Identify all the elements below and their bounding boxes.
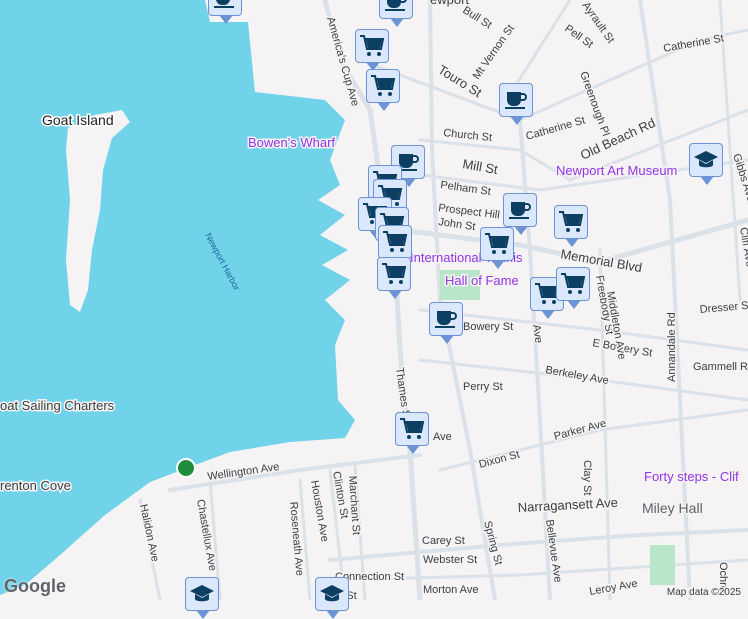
- cart-marker[interactable]: [556, 267, 590, 309]
- map-attribution[interactable]: Map data ©2025: [663, 587, 744, 598]
- place-label-miley-hall: Miley Hall: [642, 500, 703, 516]
- place-label-brenton-cove: renton Cove: [0, 478, 71, 493]
- google-logo[interactable]: Google: [4, 576, 66, 597]
- cart-marker[interactable]: [480, 227, 514, 269]
- graduation-cap-marker[interactable]: [689, 143, 723, 185]
- park-pin-icon[interactable]: [176, 458, 196, 478]
- coffee-icon: [434, 308, 458, 330]
- street-label-webster: Webster St: [423, 554, 477, 566]
- coffee-icon: [508, 199, 532, 221]
- graduation-cap-icon: [189, 583, 215, 605]
- place-label-art-museum[interactable]: Newport Art Museum: [555, 162, 679, 180]
- street-label-carey: Carey St: [422, 535, 465, 547]
- place-label-bowens-wharf[interactable]: Bowen's Wharf: [247, 134, 337, 152]
- street-label-clay: Clay St: [581, 460, 593, 495]
- cart-icon: [399, 417, 425, 441]
- coffee-marker[interactable]: [499, 83, 533, 125]
- street-label-morton: Morton Ave: [423, 584, 478, 596]
- cart-marker[interactable]: [366, 69, 400, 111]
- park: [650, 545, 675, 585]
- graduation-cap-icon: [319, 583, 345, 605]
- street-label-perry: Perry St: [463, 381, 503, 393]
- place-label-goat-island: Goat Island: [42, 112, 114, 128]
- cart-marker[interactable]: [395, 412, 429, 454]
- place-label-sailing: oat Sailing Charters: [0, 398, 115, 413]
- cart-icon: [560, 272, 586, 296]
- coffee-marker[interactable]: [208, 0, 242, 24]
- coffee-marker[interactable]: [429, 302, 463, 344]
- coffee-marker[interactable]: [503, 193, 537, 235]
- coffee-marker[interactable]: [379, 0, 413, 27]
- cart-marker[interactable]: [355, 29, 389, 71]
- cart-marker[interactable]: [554, 205, 588, 247]
- graduation-cap-marker[interactable]: [315, 577, 349, 619]
- cart-icon: [359, 34, 385, 58]
- street-label-gammell: Gammell Rd: [693, 361, 748, 373]
- graduation-cap-icon: [693, 149, 719, 171]
- street-label-annandale: Annandale Rd: [666, 312, 678, 382]
- street-label-ave: Ave: [433, 431, 452, 443]
- street-label-bowery: Bowery St: [463, 321, 513, 333]
- place-label-forty-steps[interactable]: Forty steps - Clif: [643, 468, 741, 486]
- coffee-icon: [384, 0, 408, 13]
- cart-icon: [558, 210, 584, 234]
- cart-marker[interactable]: [378, 225, 412, 267]
- cart-icon: [484, 232, 510, 256]
- coffee-icon: [213, 0, 237, 10]
- place-label-tennis-2[interactable]: Hall of Fame: [444, 272, 521, 290]
- place-label-newport: ewport: [430, 0, 469, 7]
- coffee-icon: [504, 89, 528, 111]
- cart-marker[interactable]: [377, 257, 411, 299]
- cart-icon: [381, 262, 407, 286]
- cart-icon: [370, 74, 396, 98]
- graduation-cap-marker[interactable]: [185, 577, 219, 619]
- cart-icon: [382, 230, 408, 254]
